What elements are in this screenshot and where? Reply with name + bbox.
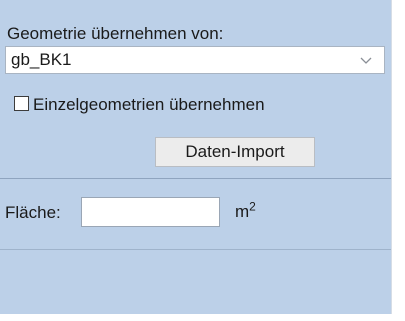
- single-geometries-label: Einzelgeometrien übernehmen: [33, 95, 265, 114]
- area-unit: m2: [235, 199, 256, 225]
- geometry-import-panel: Geometrie übernehmen von: gb_BK1 Einzelg…: [0, 0, 392, 314]
- area-label: Fläche:: [5, 203, 61, 222]
- area-unit-base: m: [235, 202, 250, 221]
- area-input[interactable]: [81, 197, 220, 227]
- chevron-down-icon: [360, 57, 372, 64]
- geometry-source-value: gb_BK1: [11, 50, 72, 69]
- bottom-divider: [0, 249, 391, 250]
- area-unit-exponent: 2: [249, 199, 256, 214]
- single-geometries-checkbox[interactable]: [14, 96, 29, 111]
- geometry-source-select[interactable]: gb_BK1: [5, 46, 385, 74]
- section-divider: [0, 178, 391, 179]
- data-import-button[interactable]: Daten-Import: [155, 137, 315, 167]
- geometry-source-label: Geometrie übernehmen von:: [7, 24, 224, 43]
